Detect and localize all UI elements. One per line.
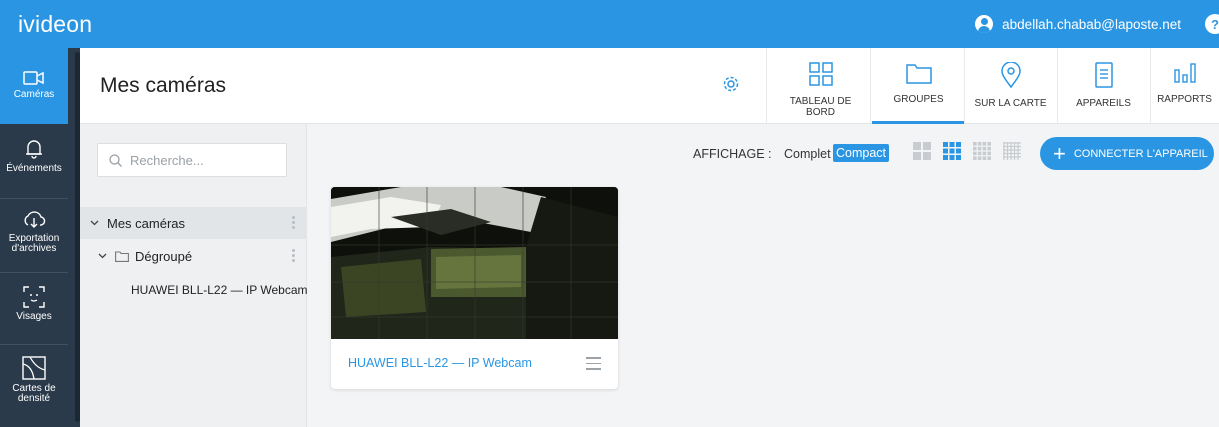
nav-item-cameras[interactable]: Caméras (0, 48, 68, 124)
chevron-down-icon[interactable] (90, 220, 99, 226)
dashboard-icon (808, 62, 833, 86)
toolbar-divider (870, 48, 871, 124)
tab-label-dashboard: TABLEAU DE BORD (789, 96, 852, 118)
search-input[interactable] (130, 152, 270, 168)
more-options-icon[interactable] (292, 249, 295, 263)
nav-divider (0, 272, 68, 273)
nav-label-events: Événements (6, 163, 62, 174)
nav-item-heatmaps[interactable]: Cartes de densité (0, 356, 68, 404)
nav-divider (0, 344, 68, 345)
tree-item-my-cameras[interactable]: Mes caméras (80, 207, 307, 239)
display-mode-compact[interactable]: Compact (833, 144, 890, 162)
tree-label-group: Dégroupé (135, 248, 193, 264)
nav-label-faces: Visages (16, 311, 52, 322)
account-email[interactable]: abdellah.chabab@laposte.net (1002, 17, 1181, 32)
nav-item-faces[interactable]: Visages (0, 286, 68, 322)
hamburger-menu-icon[interactable] (586, 357, 601, 374)
bell-icon (26, 140, 42, 159)
page-title: Mes caméras (100, 74, 227, 97)
nav-item-archive-export[interactable]: Exportation d'archives (0, 210, 68, 254)
map-pin-icon (1000, 62, 1021, 88)
tab-label-reports: RAPPORTS (1157, 94, 1212, 105)
more-options-icon[interactable] (292, 216, 295, 230)
camera-card-title[interactable]: HUAWEI BLL-L22 — IP Webcam (348, 356, 532, 370)
connect-device-button[interactable]: + CONNECTER L'APPAREIL (1040, 137, 1214, 170)
page-header: Mes caméras TABLEAU DE BORD GROUPES SUR … (80, 48, 1219, 124)
chevron-down-icon[interactable] (98, 253, 107, 259)
tab-reports[interactable]: RAPPORTS (1150, 48, 1219, 124)
nav-divider (0, 198, 68, 199)
camera-card[interactable]: HUAWEI BLL-L22 — IP Webcam (331, 187, 618, 389)
top-bar: ivideon abdellah.chabab@laposte.net ? (0, 0, 1219, 48)
cloud-download-icon (24, 211, 46, 228)
tree-label-camera: HUAWEI BLL-L22 — IP Webcam (131, 283, 308, 297)
tab-dashboard[interactable]: TABLEAU DE BORD (774, 48, 867, 124)
display-label: AFFICHAGE : (693, 147, 772, 161)
toolbar-divider (766, 48, 767, 124)
tree-item-ungrouped[interactable]: Dégroupé (80, 240, 307, 272)
camera-thumbnail[interactable] (331, 187, 618, 339)
search-icon (109, 153, 122, 167)
grid-large-icon[interactable] (913, 142, 931, 160)
user-icon (975, 15, 994, 33)
nav-item-events[interactable]: Événements (0, 138, 68, 174)
camera-icon (23, 71, 44, 85)
folder-icon (905, 64, 932, 84)
grid-medium-icon[interactable] (943, 142, 961, 160)
heatmap-icon (22, 356, 46, 380)
nav-label-cameras: Caméras (13, 89, 55, 100)
grid-small-icon[interactable] (973, 142, 991, 160)
help-icon[interactable]: ? (1205, 14, 1219, 34)
tab-map[interactable]: SUR LA CARTE (964, 48, 1057, 124)
tab-groups[interactable]: GROUPES (872, 48, 965, 124)
account-menu[interactable]: abdellah.chabab@laposte.net (975, 0, 1181, 48)
folder-icon (115, 250, 129, 262)
tree-item-camera[interactable]: HUAWEI BLL-L22 — IP Webcam (80, 274, 308, 306)
main-content: AFFICHAGE : Complet Compact + CONNECTER … (307, 124, 1219, 427)
gear-icon[interactable] (721, 74, 741, 94)
nav-label-heatmaps-line2: densité (17, 393, 51, 404)
nav-label-export-line2: d'archives (11, 243, 57, 254)
camera-tree-panel: Mes caméras Dégroupé HUAWEI BLL-L22 — IP… (80, 124, 308, 427)
bar-chart-icon (1173, 63, 1196, 83)
plus-icon: + (1053, 140, 1066, 166)
tab-label-devices: APPAREILS (1076, 98, 1131, 109)
display-mode-full[interactable]: Complet (784, 147, 831, 161)
connect-device-label: CONNECTER L'APPAREIL (1073, 147, 1208, 160)
search-box[interactable] (97, 143, 287, 177)
tab-label-map: SUR LA CARTE (974, 98, 1047, 109)
tree-label-root: Mes caméras (107, 215, 186, 231)
grid-tiny-icon[interactable] (1003, 142, 1021, 160)
device-icon (1094, 62, 1113, 88)
tab-devices[interactable]: APPAREILS (1057, 48, 1150, 124)
brand-logo[interactable]: ivideon (0, 11, 92, 38)
face-icon (23, 286, 45, 308)
tab-label-groups: GROUPES (893, 94, 944, 105)
left-nav: Caméras Événements Exportation d'archive… (0, 48, 80, 427)
